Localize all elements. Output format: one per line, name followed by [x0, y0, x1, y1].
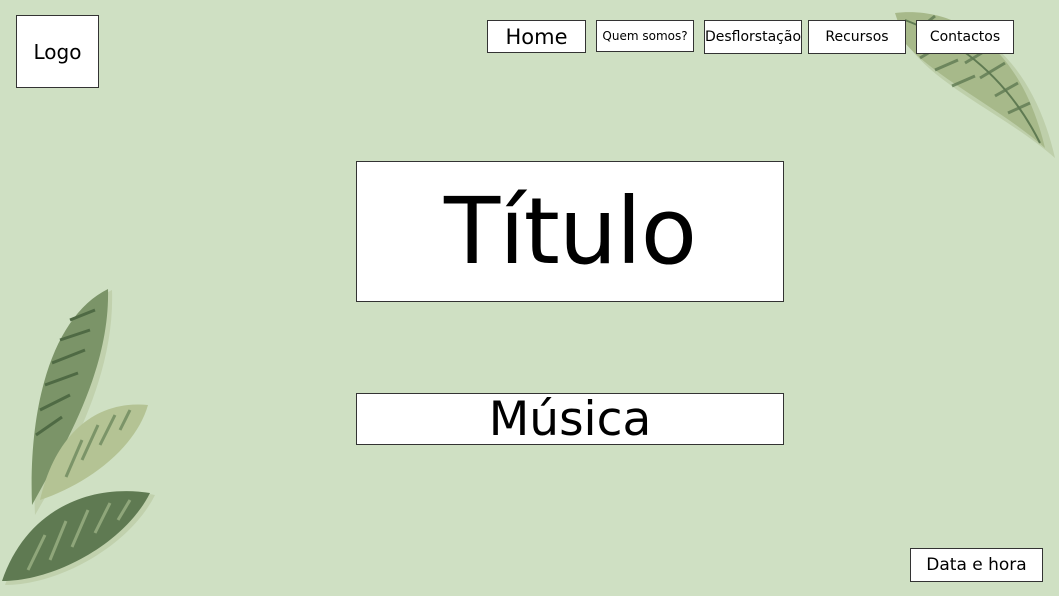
- datetime-box: Data e hora: [910, 548, 1043, 582]
- nav-resources-label: Recursos: [825, 29, 889, 45]
- page-title-text: Título: [444, 178, 697, 285]
- music-box[interactable]: Música: [356, 393, 784, 445]
- page-title: Título: [356, 161, 784, 302]
- nav-resources-button[interactable]: Recursos: [808, 20, 906, 54]
- logo-label: Logo: [33, 39, 82, 64]
- nav-contacts-button[interactable]: Contactos: [916, 20, 1014, 54]
- nav-about-button[interactable]: Quem somos?: [596, 20, 694, 52]
- logo[interactable]: Logo: [16, 15, 99, 88]
- nav-about-label: Quem somos?: [602, 29, 688, 43]
- nav-home-button[interactable]: Home: [487, 20, 586, 53]
- music-label: Música: [488, 393, 652, 445]
- nav-home-label: Home: [505, 24, 568, 49]
- nav-deforestation-button[interactable]: Desflorstação: [704, 20, 802, 54]
- leaf-decoration-bottom-left-icon: [2, 289, 155, 585]
- nav-contacts-label: Contactos: [929, 29, 1001, 45]
- datetime-label: Data e hora: [926, 555, 1027, 575]
- nav-deforestation-label: Desflorstação: [704, 29, 802, 45]
